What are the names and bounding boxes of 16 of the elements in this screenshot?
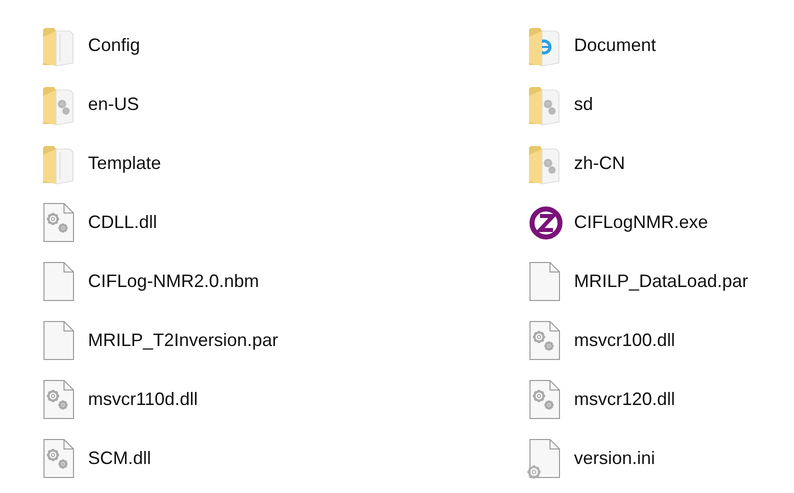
- file-name[interactable]: en-US: [88, 94, 140, 115]
- file-name[interactable]: msvcr100.dll: [574, 330, 676, 351]
- file-name[interactable]: CIFLogNMR.exe: [574, 212, 708, 233]
- file-name[interactable]: CIFLog-NMR2.0.nbm: [88, 271, 260, 292]
- file-name[interactable]: sd: [574, 94, 594, 115]
- file-name[interactable]: Template: [88, 153, 162, 174]
- file-name[interactable]: msvcr110d.dll: [88, 389, 198, 410]
- file-name[interactable]: MRILP_DataLoad.par: [574, 271, 748, 292]
- file-name[interactable]: version.ini: [574, 448, 656, 469]
- file-name[interactable]: Config: [88, 35, 140, 56]
- file-name[interactable]: msvcr120.dll: [574, 389, 676, 410]
- file-name[interactable]: Document: [574, 35, 656, 56]
- file-name[interactable]: MRILP_T2Inversion.par: [88, 330, 278, 351]
- file-name[interactable]: CDLL.dll: [88, 212, 158, 233]
- file-name[interactable]: SCM.dll: [88, 448, 152, 469]
- file-name[interactable]: zh-CN: [574, 153, 626, 174]
